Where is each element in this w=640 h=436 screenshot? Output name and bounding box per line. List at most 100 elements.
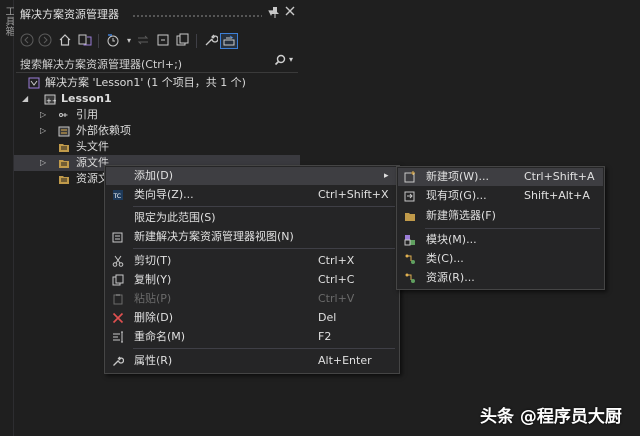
- panel-title: 解决方案资源管理器: [20, 8, 119, 21]
- collapsed-arrow-icon[interactable]: ▷: [40, 155, 46, 171]
- home-icon[interactable]: [56, 33, 74, 49]
- menu-item-scope-to-this[interactable]: 限定为此范围(S): [106, 209, 398, 227]
- menu-item-label: 资源(R)...: [426, 271, 475, 284]
- sync-with-document-icon[interactable]: [134, 33, 152, 49]
- resource-icon: [404, 272, 416, 284]
- menu-separator: [133, 348, 395, 349]
- solution-label: 解决方案 'Lesson1' (1 个项目，共 1 个): [45, 76, 246, 89]
- menu-item-shortcut: Ctrl+Shift+A: [524, 170, 595, 183]
- menu-item-label: 限定为此范围(S): [134, 211, 216, 224]
- menu-item-label: 类(C)...: [426, 252, 464, 265]
- menu-item-shortcut: Alt+Enter: [318, 354, 372, 367]
- menu-separator: [425, 228, 600, 229]
- preview-selected-items-icon[interactable]: [220, 33, 238, 49]
- menu-item-label: 粘贴(P): [134, 292, 172, 305]
- tree-item-solution[interactable]: 解决方案 'Lesson1' (1 个项目，共 1 个): [14, 75, 300, 91]
- filter-folder-icon: [58, 157, 70, 169]
- external-dependencies-label: 外部依赖项: [76, 124, 131, 137]
- external-dependencies-icon: [58, 125, 70, 137]
- filter-folder-icon: [58, 173, 70, 185]
- class-wizard-icon: TC: [112, 189, 124, 201]
- collapsed-arrow-icon[interactable]: ▷: [40, 123, 46, 139]
- panel-titlebar: 解决方案资源管理器 ▾: [14, 0, 300, 26]
- menu-item-label: 新建筛选器(F): [426, 209, 496, 222]
- toolbar-divider: [196, 34, 197, 48]
- svg-text:++: ++: [46, 97, 56, 105]
- references-label: 引用: [76, 108, 98, 121]
- wrench-icon: [112, 355, 125, 367]
- menu-separator: [133, 248, 395, 249]
- switch-views-icon[interactable]: [76, 33, 94, 49]
- menu-item-label: 模块(M)...: [426, 233, 477, 246]
- menu-item-paste[interactable]: 粘贴(P) Ctrl+V: [106, 290, 398, 308]
- filter-folder-icon: [58, 141, 70, 153]
- toolbox-strip[interactable]: 工具箱: [0, 0, 14, 436]
- show-all-files-icon[interactable]: [174, 33, 192, 49]
- tree-item-project[interactable]: ◢ ++ Lesson1: [14, 91, 300, 107]
- menu-item-new-explorer-view[interactable]: 新建解决方案资源管理器视图(N): [106, 228, 398, 246]
- menu-item-label: 新建解决方案资源管理器视图(N): [134, 230, 294, 243]
- menu-item-delete[interactable]: 删除(D) Del: [106, 309, 398, 327]
- search-input[interactable]: 搜索解决方案资源管理器(Ctrl+;): [20, 56, 182, 72]
- panel-toolbar: ▾: [14, 28, 300, 54]
- copy-icon: [112, 274, 124, 286]
- menu-item-shortcut: Ctrl+X: [318, 254, 355, 267]
- menu-item-class-wizard[interactable]: TC 类向导(Z)... Ctrl+Shift+X: [106, 186, 398, 204]
- folder-icon: [404, 210, 416, 222]
- new-item-icon: [404, 171, 416, 183]
- menu-item-add[interactable]: 添加(D) ▸: [106, 167, 398, 185]
- menu-item-label: 新建项(W)...: [426, 170, 489, 183]
- header-files-label: 头文件: [76, 140, 109, 153]
- existing-item-icon: [404, 190, 416, 202]
- class-icon: [404, 253, 416, 265]
- menu-item-label: 剪切(T): [134, 254, 172, 267]
- toolbar-divider: [98, 34, 99, 48]
- menu-item-shortcut: F2: [318, 330, 332, 343]
- submenu-item-new-item[interactable]: 新建项(W)... Ctrl+Shift+A: [398, 168, 603, 186]
- menu-item-cut[interactable]: 剪切(T) Ctrl+X: [106, 252, 398, 270]
- watermark: 头条 @程序员大厨: [480, 407, 622, 427]
- pin-icon[interactable]: [268, 6, 282, 20]
- menu-item-shortcut: Ctrl+Shift+X: [318, 188, 389, 201]
- submenu-item-resource[interactable]: 资源(R)...: [398, 269, 603, 287]
- submenu-item-new-filter[interactable]: 新建筛选器(F): [398, 207, 603, 225]
- module-icon: [404, 234, 416, 246]
- collapse-all-icon[interactable]: [154, 33, 172, 49]
- menu-item-label: 删除(D): [134, 311, 174, 324]
- forward-icon[interactable]: [36, 33, 54, 49]
- tree-item-references[interactable]: ▷ 引用: [14, 107, 300, 123]
- tree-item-external-dependencies[interactable]: ▷ 外部依赖项: [14, 123, 300, 139]
- menu-item-rename[interactable]: 重命名(M) F2: [106, 328, 398, 346]
- menu-separator: [133, 206, 395, 207]
- search-box[interactable]: 搜索解决方案资源管理器(Ctrl+;) ▾: [16, 52, 298, 73]
- submenu-item-existing-item[interactable]: 现有项(G)... Shift+Alt+A: [398, 187, 603, 205]
- close-icon[interactable]: [283, 6, 297, 20]
- cpp-project-icon: ++: [44, 93, 58, 105]
- properties-wrench-icon[interactable]: [202, 33, 220, 49]
- menu-item-shortcut: Shift+Alt+A: [524, 189, 590, 202]
- delete-x-icon: [112, 312, 124, 324]
- submenu-item-class[interactable]: 类(C)...: [398, 250, 603, 268]
- context-menu: 添加(D) ▸ TC 类向导(Z)... Ctrl+Shift+X 限定为此范围…: [104, 165, 400, 374]
- menu-item-label: 添加(D): [134, 169, 174, 182]
- svg-text:TC: TC: [113, 193, 122, 200]
- menu-item-shortcut: Ctrl+V: [318, 292, 355, 305]
- back-icon[interactable]: [18, 33, 36, 49]
- expanded-arrow-icon[interactable]: ◢: [22, 91, 28, 107]
- submenu-item-module[interactable]: 模块(M)...: [398, 231, 603, 249]
- tree-item-header-files[interactable]: 头文件: [14, 139, 300, 155]
- collapsed-arrow-icon[interactable]: ▷: [40, 107, 46, 123]
- menu-item-copy[interactable]: 复制(Y) Ctrl+C: [106, 271, 398, 289]
- menu-item-label: 现有项(G)...: [426, 189, 487, 202]
- paste-icon: [112, 293, 124, 305]
- search-icon[interactable]: [274, 54, 286, 69]
- solution-icon: [28, 77, 40, 89]
- search-options-dropdown-icon[interactable]: ▾: [289, 55, 293, 64]
- menu-item-label: 重命名(M): [134, 330, 186, 343]
- submenu-arrow-icon: ▸: [384, 171, 389, 181]
- rename-icon: [112, 331, 124, 343]
- menu-item-properties[interactable]: 属性(R) Alt+Enter: [106, 352, 398, 370]
- drag-grip[interactable]: [132, 14, 262, 18]
- references-icon: [58, 109, 70, 121]
- project-label: Lesson1: [61, 92, 112, 105]
